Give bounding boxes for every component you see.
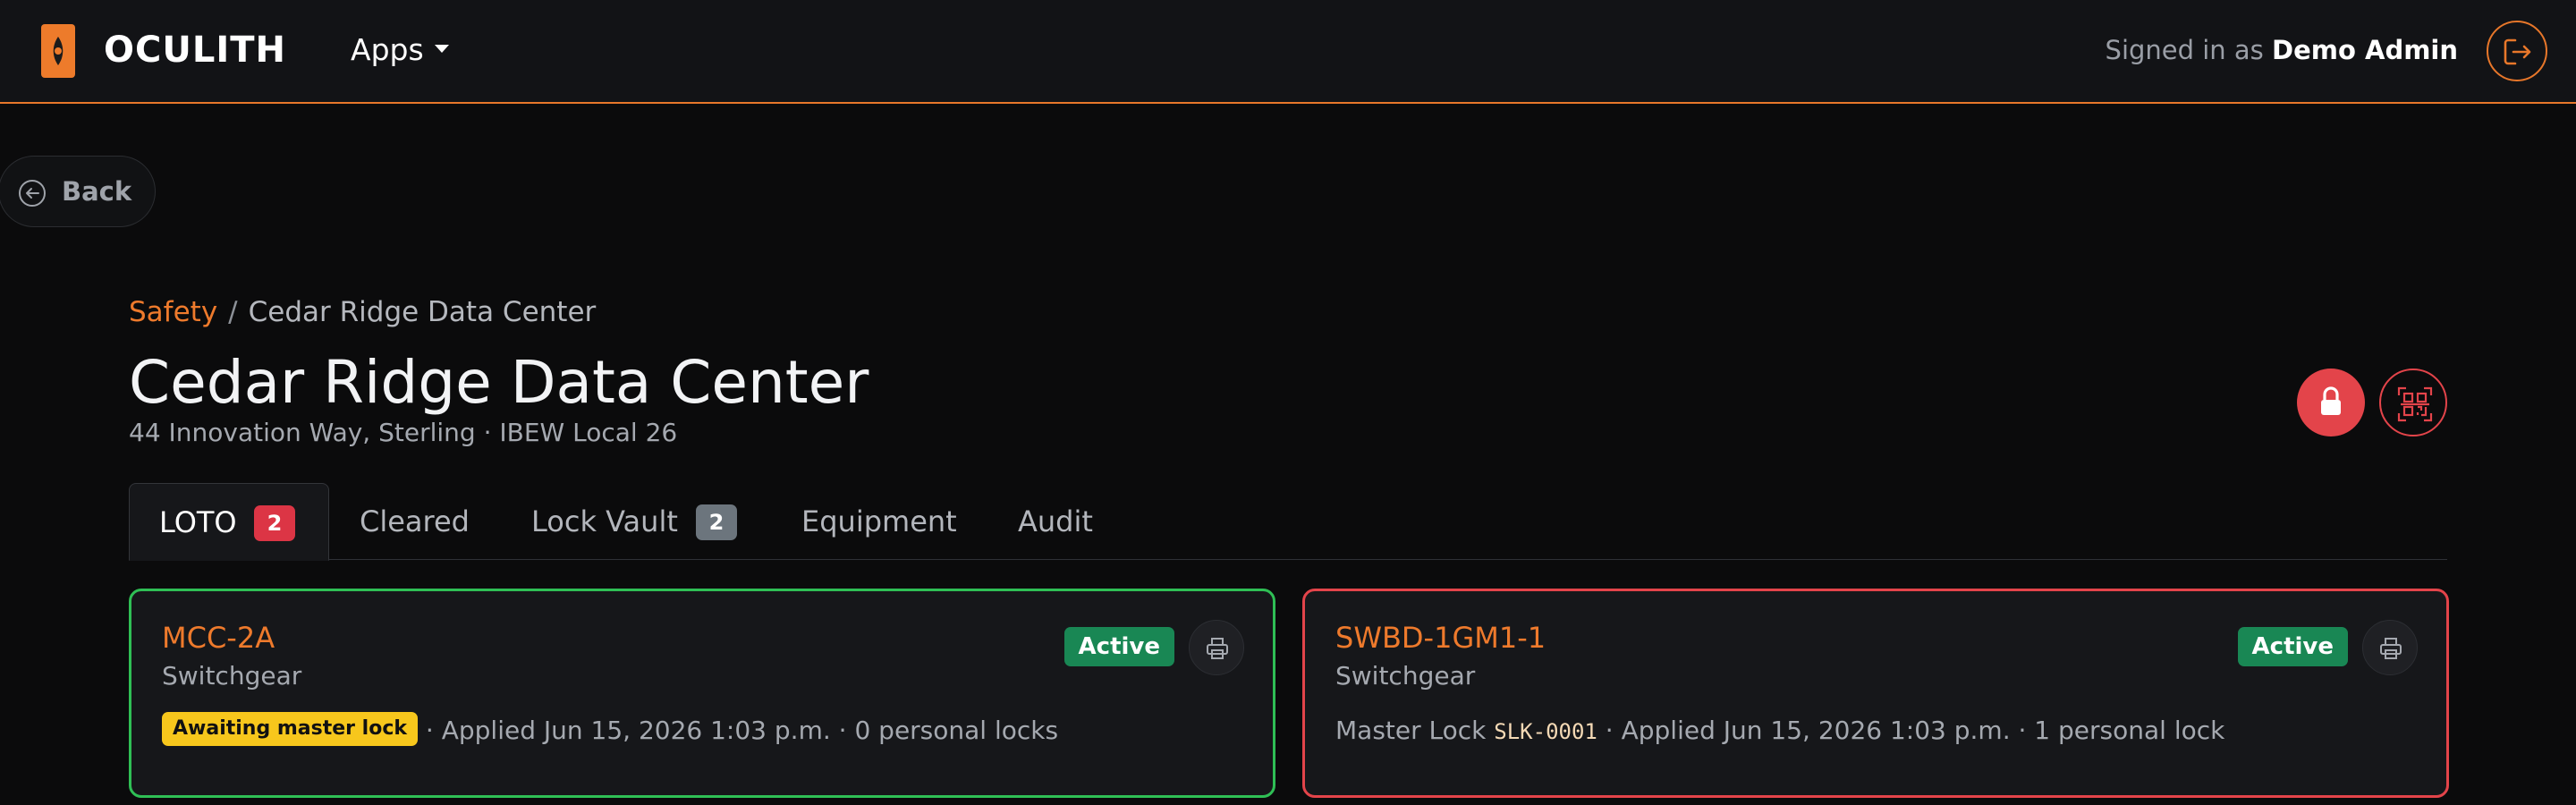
master-lock-code: SLK-0001 [1494,719,1597,744]
tab-cleared[interactable]: Cleared [360,483,470,560]
tab-audit-label: Audit [1018,504,1093,538]
apps-label: Apps [351,32,424,67]
brand-name[interactable]: OCULITH [104,27,286,73]
page-title: Cedar Ridge Data Center [129,348,869,417]
top-navbar: OCULITH Apps Signed in as Demo Admin [0,0,2576,104]
print-button[interactable] [2362,620,2418,675]
arrow-left-circle-icon [19,180,46,207]
breadcrumb-current: Cedar Ridge Data Center [248,296,597,328]
tab-loto[interactable]: LOTO 2 [129,483,329,561]
scan-qr-button[interactable] [2379,369,2447,436]
lock-icon [2321,386,2341,415]
breadcrumb-safety-link[interactable]: Safety [129,296,217,328]
status-badge: Active [2237,627,2348,666]
logout-button[interactable] [2487,21,2547,81]
lockout-meta: Master Lock SLK-0001 · Applied Jun 15, 2… [1335,713,2224,750]
back-label: Back [62,176,132,207]
apply-lock-button[interactable] [2297,369,2365,436]
loto-card[interactable]: SWBD-1GM1-1 Switchgear Active Master Loc… [1302,589,2449,798]
master-lock-label: Master Lock [1335,716,1487,745]
signed-in-prefix: Signed in as [2105,35,2264,65]
tab-loto-label: LOTO [159,505,237,539]
tab-audit[interactable]: Audit [1018,483,1093,560]
tab-cleared-label: Cleared [360,504,470,538]
printer-icon [2380,638,2402,659]
lockout-meta: Awaiting master lock · Applied Jun 15, 2… [162,712,1059,749]
print-button[interactable] [1189,620,1244,675]
printer-icon [1207,638,1228,659]
status-badge: Active [1063,627,1174,666]
equipment-name-link[interactable]: SWBD-1GM1-1 [1335,618,1546,657]
tab-lock-vault[interactable]: Lock Vault 2 [531,483,755,560]
signed-in-text: Signed in as Demo Admin [2106,30,2458,70]
tab-equipment[interactable]: Equipment [801,483,957,560]
logout-icon [2504,38,2531,65]
tab-lock-vault-label: Lock Vault [531,504,678,538]
user-name: Demo Admin [2272,35,2458,65]
equipment-type: Switchgear [1335,661,1476,691]
lockout-meta-text: · Applied Jun 15, 2026 1:03 p.m. · 1 per… [1605,716,2225,745]
apps-dropdown[interactable]: Apps [351,29,449,72]
page-subtitle: 44 Innovation Way, Sterling · IBEW Local… [129,418,678,447]
tab-loto-count-badge: 2 [254,505,295,541]
breadcrumb-separator: / [228,296,238,328]
equipment-name-link[interactable]: MCC-2A [162,618,275,657]
awaiting-master-lock-badge: Awaiting master lock [162,712,419,746]
oculith-logo-icon[interactable] [41,24,75,78]
caret-down-icon [434,45,449,53]
breadcrumb: Safety / Cedar Ridge Data Center [129,293,596,331]
lockout-meta-text: · Applied Jun 15, 2026 1:03 p.m. · 0 per… [425,716,1059,745]
tab-lock-vault-count-badge: 2 [696,504,737,540]
loto-card[interactable]: MCC-2A Switchgear Active Awaiting master… [129,589,1275,798]
tab-bar: LOTO 2 Cleared Lock Vault 2 Equipment Au… [129,483,2447,561]
qr-scan-icon [2397,386,2433,422]
tab-equipment-label: Equipment [801,504,957,538]
equipment-type: Switchgear [162,661,302,691]
back-button[interactable]: Back [0,156,156,227]
